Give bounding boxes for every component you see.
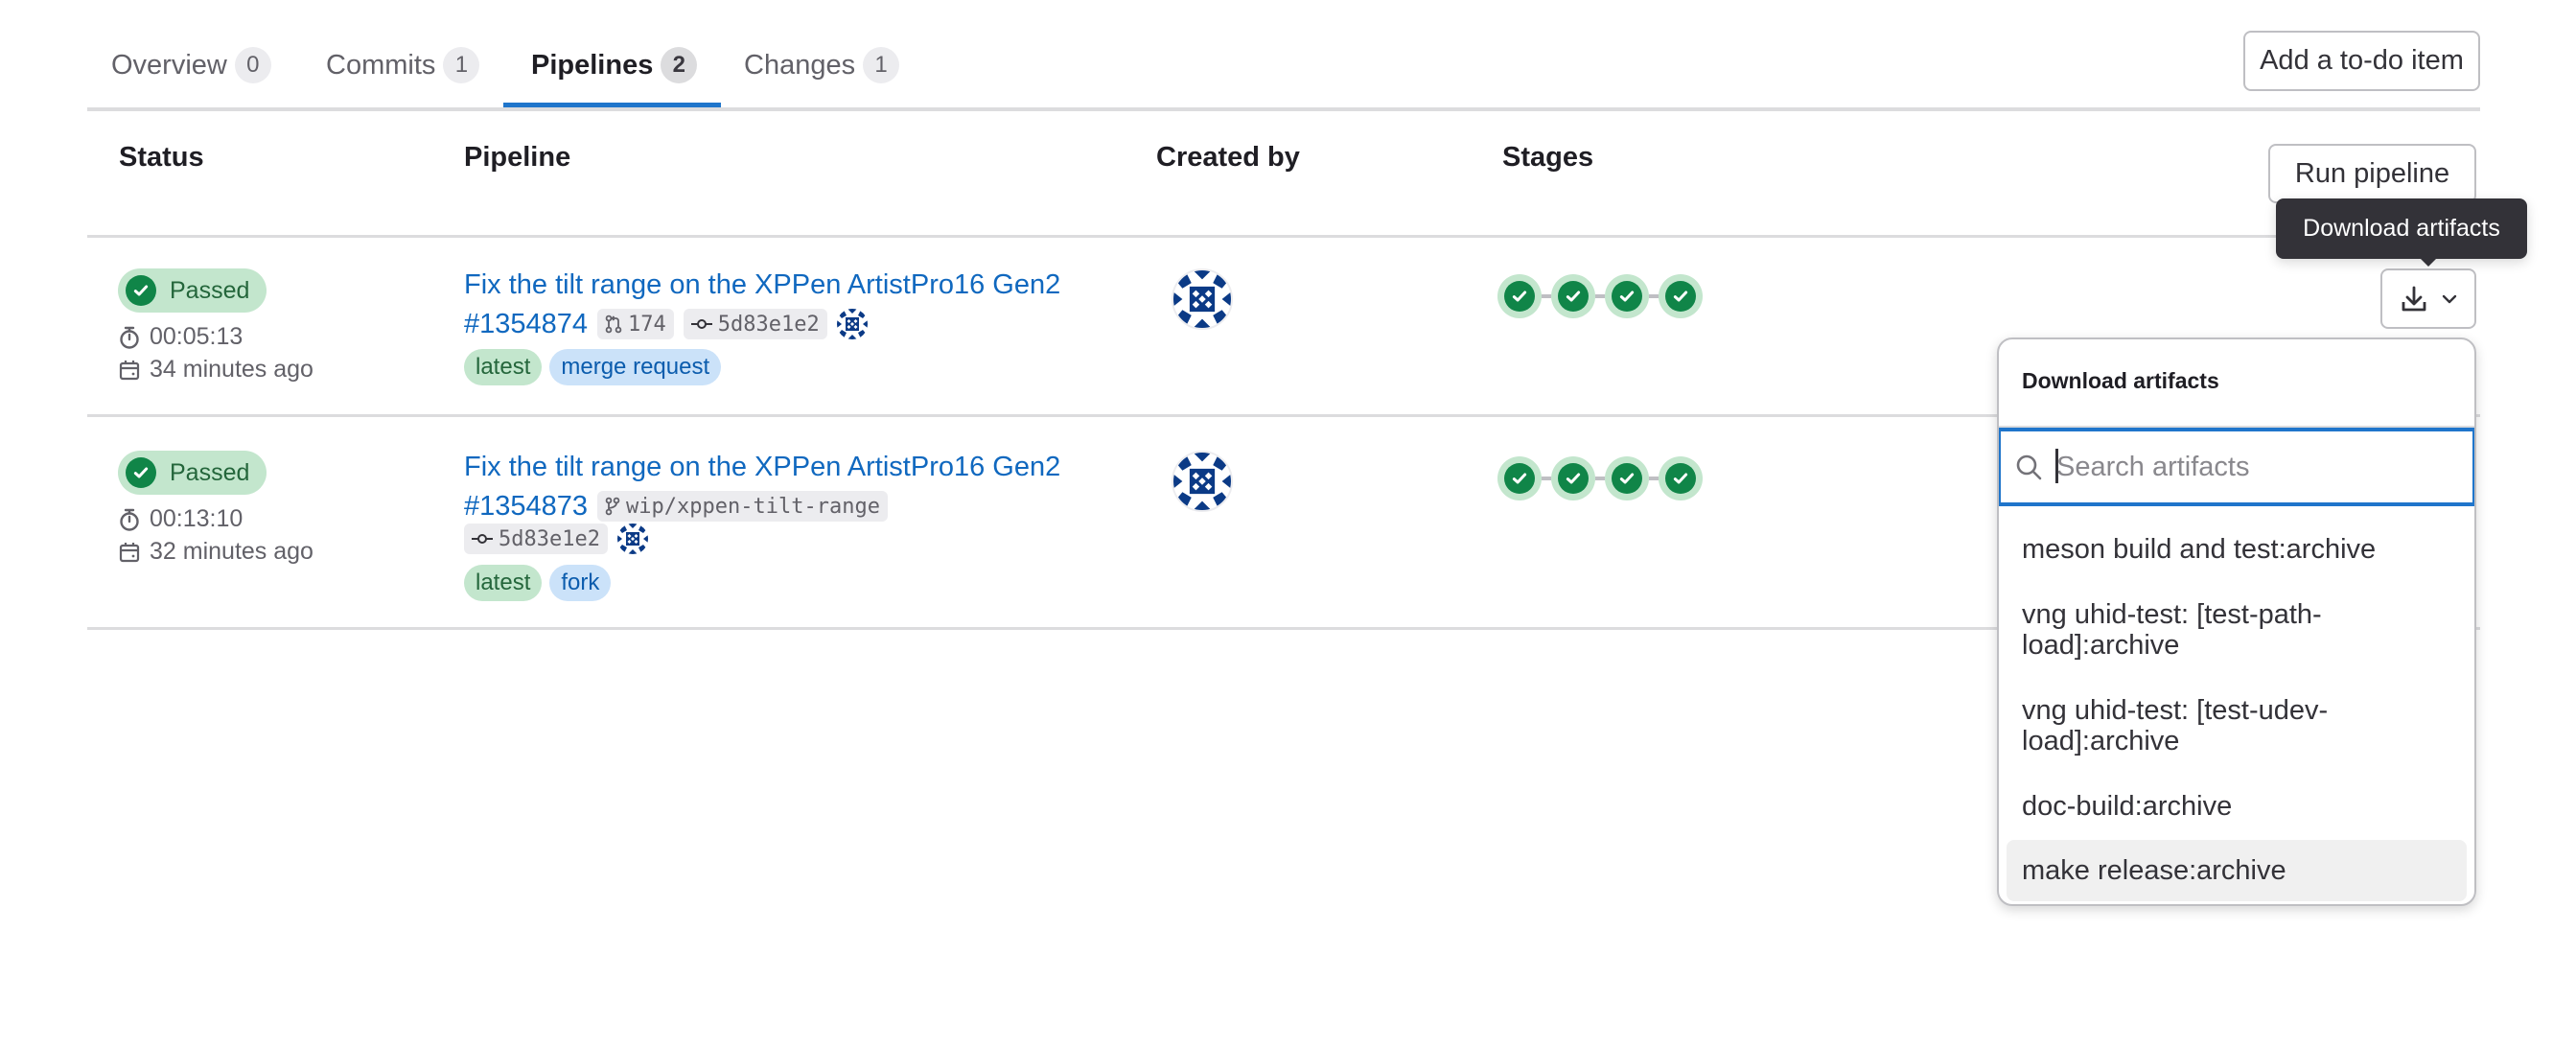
- commit-sha-chip[interactable]: 5d83e1e2: [464, 524, 608, 554]
- commit-sha-chip[interactable]: 5d83e1e2: [683, 309, 827, 339]
- download-artifacts-button[interactable]: [2380, 268, 2476, 329]
- creator-avatar[interactable]: [1172, 268, 1233, 330]
- branch-icon: [605, 497, 620, 516]
- pipeline-finished-time: 34 minutes ago: [119, 356, 313, 384]
- download-artifacts-tooltip: Download artifacts: [2276, 198, 2527, 259]
- tab-changes[interactable]: Changes 1: [744, 42, 900, 88]
- pipeline-labels: latest merge request: [464, 349, 729, 385]
- tab-label: Commits: [326, 49, 436, 81]
- stage-passed-icon[interactable]: [1497, 274, 1542, 318]
- merge-request-icon: [605, 314, 622, 334]
- tooltip-arrow: [2420, 258, 2437, 267]
- chevron-down-icon: [2442, 294, 2457, 303]
- pipeline-stages: [1497, 456, 1703, 500]
- pipeline-commit-title-link[interactable]: Fix the tilt range on the XPPen ArtistPr…: [464, 448, 1060, 486]
- stage-connector: [1542, 294, 1551, 298]
- label-latest: latest: [464, 565, 543, 601]
- header-divider: [87, 235, 2480, 238]
- status-label: Passed: [170, 276, 250, 304]
- branch-ref-chip[interactable]: wip/xppen-tilt-range: [597, 491, 888, 522]
- tab-count-badge: 1: [863, 47, 900, 83]
- stage-passed-icon[interactable]: [1605, 274, 1649, 318]
- artifact-item[interactable]: doc-build:archive: [2007, 776, 2467, 837]
- tab-pipelines[interactable]: Pipelines 2: [531, 42, 698, 88]
- artifact-item[interactable]: vng uhid-test: [test-path-load]:archive: [2007, 584, 2371, 676]
- artifact-search-input[interactable]: [2054, 450, 2461, 484]
- tab-count-badge: 0: [234, 47, 271, 83]
- pipeline-duration: 00:13:10: [119, 505, 243, 533]
- column-header-pipeline: Pipeline: [464, 142, 571, 173]
- stage-passed-icon[interactable]: [1605, 456, 1649, 500]
- status-badge[interactable]: Passed: [118, 451, 267, 495]
- artifact-item[interactable]: vng uhid-test: [test-udev-load]:archive: [2007, 680, 2371, 772]
- pipeline-duration: 00:05:13: [119, 323, 243, 351]
- stage-connector: [1542, 477, 1551, 480]
- commit-icon: [690, 319, 712, 329]
- stage-passed-icon[interactable]: [1497, 456, 1542, 500]
- pipeline-labels: latest fork: [464, 565, 618, 601]
- commit-author-avatar[interactable]: [617, 524, 648, 554]
- column-header-status: Status: [119, 142, 204, 173]
- status-badge[interactable]: Passed: [118, 268, 267, 313]
- pipeline-stages: [1497, 274, 1703, 318]
- pipeline-commit-title-link[interactable]: Fix the tilt range on the XPPen ArtistPr…: [464, 266, 1060, 304]
- calendar-icon: [119, 360, 140, 380]
- pipeline-finished-time: 32 minutes ago: [119, 538, 313, 566]
- download-icon: [2402, 286, 2426, 311]
- dropdown-header: Download artifacts: [2022, 368, 2219, 393]
- status-success-icon: [126, 275, 156, 306]
- creator-avatar[interactable]: [1172, 451, 1233, 512]
- artifact-search-box[interactable]: [1999, 428, 2474, 506]
- stage-passed-icon[interactable]: [1551, 274, 1595, 318]
- artifact-item-highlighted[interactable]: make release:archive: [2007, 840, 2467, 901]
- active-tab-indicator: [503, 103, 721, 107]
- label-merge-request: merge request: [549, 349, 722, 385]
- tab-commits[interactable]: Commits 1: [326, 42, 480, 88]
- timer-icon: [120, 326, 139, 349]
- text-caret: [2055, 449, 2058, 483]
- status-success-icon: [126, 457, 156, 488]
- pipeline-id-link[interactable]: #1354873: [464, 487, 588, 525]
- status-label: Passed: [170, 458, 250, 486]
- pipeline-id-link[interactable]: #1354874: [464, 305, 588, 343]
- tab-label: Pipelines: [531, 49, 654, 81]
- stage-passed-icon[interactable]: [1551, 456, 1595, 500]
- commit-author-avatar[interactable]: [837, 309, 868, 339]
- label-fork: fork: [549, 565, 612, 601]
- stage-connector: [1649, 294, 1659, 298]
- stage-connector: [1595, 294, 1605, 298]
- tab-overview[interactable]: Overview 0: [111, 42, 271, 88]
- merge-request-ref-chip[interactable]: 174: [597, 309, 674, 339]
- pipeline-commit-info: 5d83e1e2: [464, 524, 648, 554]
- artifacts-dropdown: Download artifacts meson build and test:…: [1997, 337, 2476, 906]
- add-todo-button[interactable]: Add a to-do item: [2243, 31, 2480, 91]
- tab-label: Changes: [744, 49, 856, 81]
- tab-label: Overview: [111, 49, 227, 81]
- pipeline-identifiers: #1354873 wip/xppen-tilt-range: [464, 487, 888, 525]
- label-latest: latest: [464, 349, 543, 385]
- calendar-icon: [119, 542, 140, 562]
- stage-passed-icon[interactable]: [1659, 456, 1703, 500]
- pipeline-identifiers: #1354874 174 5d83e1e2: [464, 305, 868, 343]
- stage-connector: [1595, 477, 1605, 480]
- stage-passed-icon[interactable]: [1659, 274, 1703, 318]
- tab-count-badge: 2: [661, 47, 698, 83]
- search-icon: [2016, 454, 2042, 480]
- stage-connector: [1649, 477, 1659, 480]
- timer-icon: [120, 508, 139, 531]
- artifact-item[interactable]: meson build and test:archive: [2007, 519, 2467, 580]
- commit-icon: [472, 534, 493, 544]
- run-pipeline-button[interactable]: Run pipeline: [2268, 144, 2476, 203]
- tab-count-badge: 1: [443, 47, 480, 83]
- column-header-created-by: Created by: [1156, 142, 1300, 173]
- column-header-stages: Stages: [1502, 142, 1594, 173]
